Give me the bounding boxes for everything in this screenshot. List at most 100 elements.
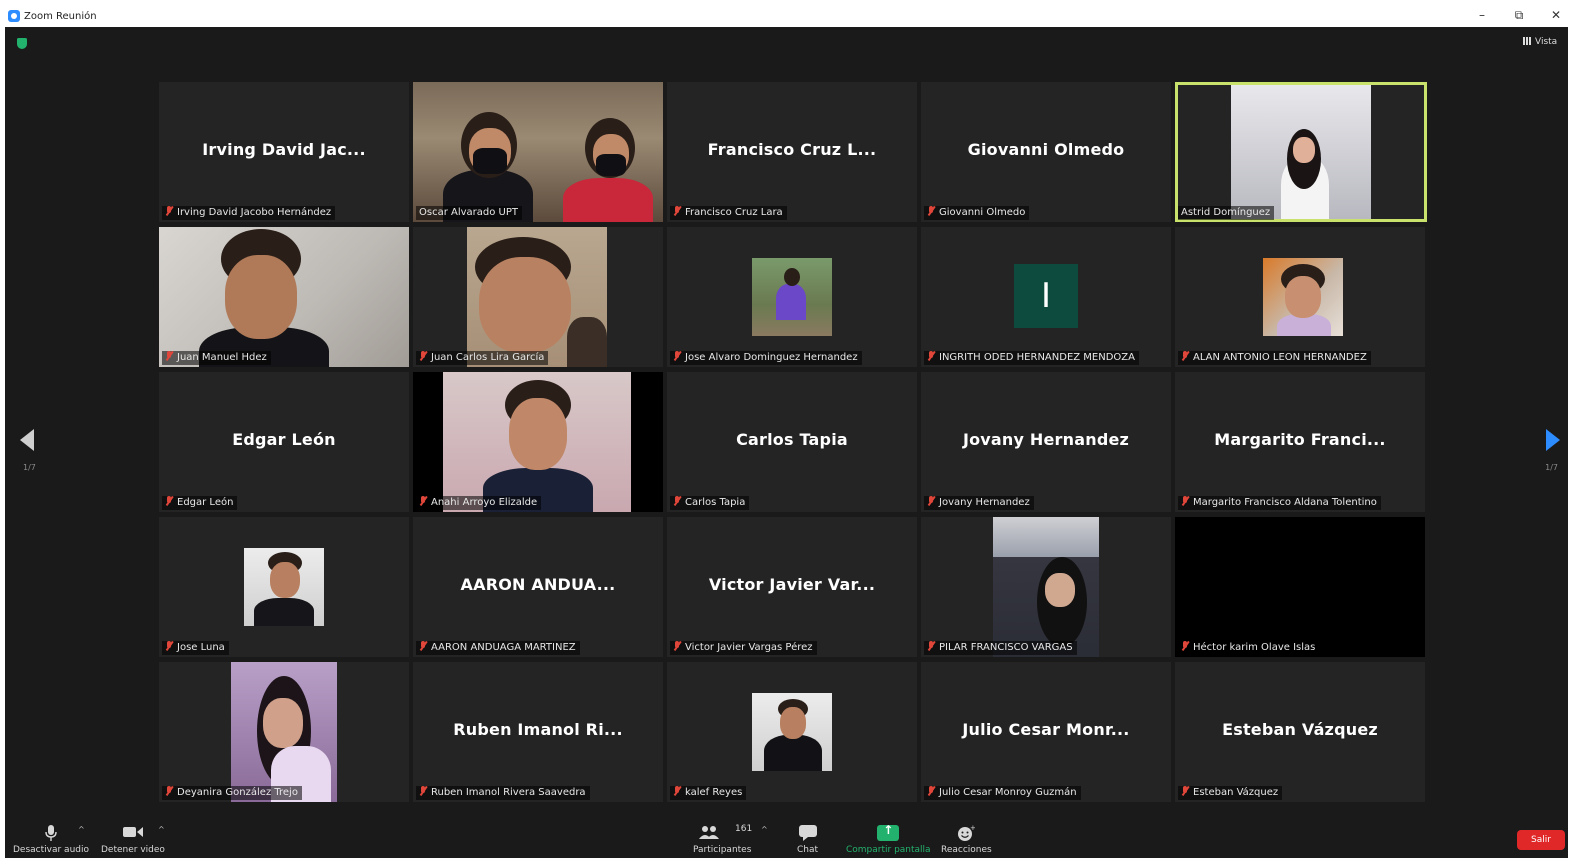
reactions-button[interactable]: + Reacciones: [941, 824, 992, 855]
participant-tile[interactable]: Esteban Vázquez Esteban Vázquez: [1175, 662, 1425, 802]
stop-video-button[interactable]: Detener video: [101, 825, 165, 855]
participant-caption: Deyanira González Trejo: [162, 786, 302, 800]
participant-name: Jose Luna: [177, 642, 225, 653]
participant-caption: Victor Javier Vargas Pérez: [670, 641, 817, 655]
participant-caption: Anahi Arroyo Elizalde: [416, 496, 542, 510]
mic-muted-icon: [419, 496, 427, 506]
participant-name: PILAR FRANCISCO VARGAS: [939, 642, 1073, 653]
zoom-app-icon: [8, 10, 20, 22]
participant-tile-active-speaker[interactable]: Astrid Domínguez: [1175, 82, 1427, 222]
mic-muted-icon: [673, 786, 681, 796]
participant-name: Edgar León: [177, 497, 234, 508]
participant-name: Juan Carlos Lira García: [431, 352, 545, 363]
participant-tile[interactable]: Juan Carlos Lira García: [413, 227, 663, 367]
participant-caption: Margarito Francisco Aldana Tolentino: [1178, 496, 1381, 510]
mic-muted-icon: [673, 206, 681, 216]
participant-caption: Juan Carlos Lira García: [416, 351, 549, 365]
mic-muted-icon: [927, 641, 935, 651]
participant-name: Victor Javier Vargas Pérez: [685, 642, 813, 653]
participant-tile[interactable]: Irving David Jac... Irving David Jacobo …: [159, 82, 409, 222]
next-page-arrow-icon[interactable]: [1546, 429, 1560, 451]
restore-button[interactable]: ⧉: [1507, 6, 1531, 24]
participant-name: Deyanira González Trejo: [177, 787, 298, 798]
video-feed: [413, 82, 663, 222]
svg-text:+: +: [970, 825, 975, 832]
close-button[interactable]: ✕: [1544, 6, 1568, 24]
participant-tile[interactable]: Anahi Arroyo Elizalde: [413, 372, 663, 512]
participant-big-name: Esteban Vázquez: [1222, 720, 1378, 739]
gallery-grid: Irving David Jac... Irving David Jacobo …: [159, 82, 1427, 803]
participant-tile[interactable]: Francisco Cruz L... Francisco Cruz Lara: [667, 82, 917, 222]
meeting-toolbar: Desactivar audio ^ Detener video ^ Parti…: [5, 816, 1568, 858]
participant-tile[interactable]: Ruben Imanol Ri... Ruben Imanol Rivera S…: [413, 662, 663, 802]
participants-count: 161: [735, 824, 753, 834]
participant-name: Anahi Arroyo Elizalde: [431, 497, 538, 508]
participant-tile[interactable]: Juan Manuel Hdez: [159, 227, 409, 367]
video-camera-icon: [101, 825, 165, 841]
chat-button[interactable]: Chat: [797, 825, 818, 855]
participant-caption: kalef Reyes: [670, 786, 747, 800]
video-feed: [413, 372, 663, 512]
mute-audio-label: Desactivar audio: [13, 845, 89, 855]
participant-big-name: Francisco Cruz L...: [707, 140, 877, 159]
video-feed: [752, 258, 832, 336]
previous-page-arrow-icon[interactable]: [20, 429, 34, 451]
participant-tile[interactable]: Jose Alvaro Dominguez Hernandez: [667, 227, 917, 367]
mic-muted-icon: [673, 641, 681, 651]
participant-caption: Juan Manuel Hdez: [162, 351, 271, 365]
participant-initial-avatar: I: [1014, 264, 1078, 328]
participant-big-name: Carlos Tapia: [736, 430, 848, 449]
participant-tile[interactable]: Giovanni Olmedo Giovanni Olmedo: [921, 82, 1171, 222]
video-feed: [752, 693, 832, 771]
chat-bubble-icon: [797, 825, 818, 841]
participant-name: AARON ANDUAGA MARTINEZ: [431, 642, 576, 653]
participant-tile[interactable]: ALAN ANTONIO LEON HERNANDEZ: [1175, 227, 1425, 367]
participant-tile[interactable]: Victor Javier Var... Victor Javier Varga…: [667, 517, 917, 657]
participant-tile[interactable]: kalef Reyes: [667, 662, 917, 802]
participant-tile[interactable]: PILAR FRANCISCO VARGAS: [921, 517, 1171, 657]
participant-big-name: Margarito Franci...: [1214, 430, 1386, 449]
participant-tile[interactable]: Jovany Hernandez Jovany Hernandez: [921, 372, 1171, 512]
security-shield-icon[interactable]: [17, 38, 27, 49]
participant-tile[interactable]: Margarito Franci... Margarito Francisco …: [1175, 372, 1425, 512]
audio-options-chevron-up-icon[interactable]: ^: [78, 825, 85, 834]
participants-chevron-up-icon[interactable]: ^: [761, 825, 768, 834]
participant-caption: Oscar Alvarado UPT: [416, 206, 523, 220]
mic-muted-icon: [165, 786, 173, 796]
participant-tile[interactable]: Oscar Alvarado UPT: [413, 82, 663, 222]
participant-tile[interactable]: Jose Luna: [159, 517, 409, 657]
participant-caption: Ruben Imanol Rivera Saavedra: [416, 786, 590, 800]
participant-big-name: Edgar León: [232, 430, 336, 449]
participant-tile[interactable]: I INGRITH ODED HERNANDEZ MENDOZA: [921, 227, 1171, 367]
mic-muted-icon: [419, 351, 427, 361]
participant-name: Francisco Cruz Lara: [685, 207, 783, 218]
chat-label: Chat: [797, 845, 819, 855]
participant-tile[interactable]: Héctor karim Olave Islas: [1175, 517, 1425, 657]
leave-meeting-button[interactable]: Salir: [1517, 830, 1565, 850]
video-options-chevron-up-icon[interactable]: ^: [158, 825, 165, 834]
participant-caption: Carlos Tapia: [670, 496, 750, 510]
participant-name: Julio Cesar Monroy Guzmán: [939, 787, 1077, 798]
participant-caption: Héctor karim Olave Islas: [1178, 641, 1320, 655]
participant-caption: AARON ANDUAGA MARTINEZ: [416, 641, 580, 655]
video-feed: [993, 517, 1099, 657]
participant-caption: Irving David Jacobo Hernández: [162, 206, 336, 220]
mic-muted-icon: [165, 206, 173, 216]
participant-big-name: Giovanni Olmedo: [967, 140, 1125, 159]
participant-tile[interactable]: Deyanira González Trejo: [159, 662, 409, 802]
participant-big-name: AARON ANDUA...: [460, 575, 616, 594]
participant-tile[interactable]: AARON ANDUA... AARON ANDUAGA MARTINEZ: [413, 517, 663, 657]
mic-muted-icon: [419, 641, 427, 651]
view-button[interactable]: Vista: [1523, 37, 1568, 47]
share-screen-button[interactable]: Compartir pantalla: [846, 823, 931, 855]
participant-tile[interactable]: Edgar León Edgar León: [159, 372, 409, 512]
reactions-label: Reacciones: [941, 845, 992, 855]
title-bar: Zoom Reunión – ⧉ ✕: [0, 0, 1575, 27]
participant-name: Giovanni Olmedo: [939, 207, 1026, 218]
video-feed: [467, 227, 607, 367]
participant-name: Jovany Hernandez: [939, 497, 1030, 508]
participant-big-name: Victor Javier Var...: [708, 575, 876, 594]
participant-tile[interactable]: Julio Cesar Monr... Julio Cesar Monroy G…: [921, 662, 1171, 802]
minimize-button[interactable]: –: [1470, 6, 1494, 24]
participant-tile[interactable]: Carlos Tapia Carlos Tapia: [667, 372, 917, 512]
